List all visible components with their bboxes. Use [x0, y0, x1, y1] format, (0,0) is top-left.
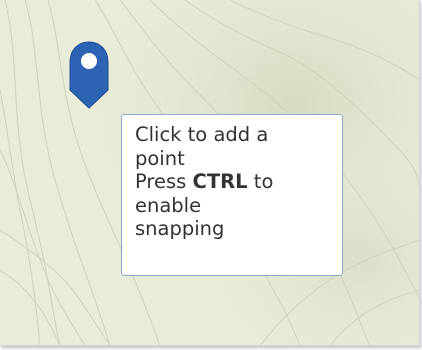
tooltip-line-1: Click to add a	[135, 123, 269, 146]
tooltip-line-3: Press CTRL to	[135, 170, 332, 194]
map-pin-icon	[69, 41, 109, 109]
map-marker[interactable]	[68, 40, 110, 112]
tooltip-ctrl-key: CTRL	[192, 170, 248, 193]
tooltip-line-5: snapping	[135, 217, 225, 240]
tooltip-to-text: to	[253, 170, 274, 193]
map-viewport: Click to add a point Press CTRL to enabl…	[0, 0, 420, 346]
tooltip-line-4: enable	[135, 193, 202, 217]
pin-dot	[81, 53, 97, 69]
tooltip-line-2: point	[135, 146, 185, 170]
help-tooltip: Click to add a point Press CTRL to enabl…	[121, 114, 343, 276]
pin-body	[69, 41, 109, 109]
tooltip-press-text: Press	[135, 170, 187, 193]
map-canvas[interactable]: Click to add a point Press CTRL to enabl…	[0, 0, 419, 345]
